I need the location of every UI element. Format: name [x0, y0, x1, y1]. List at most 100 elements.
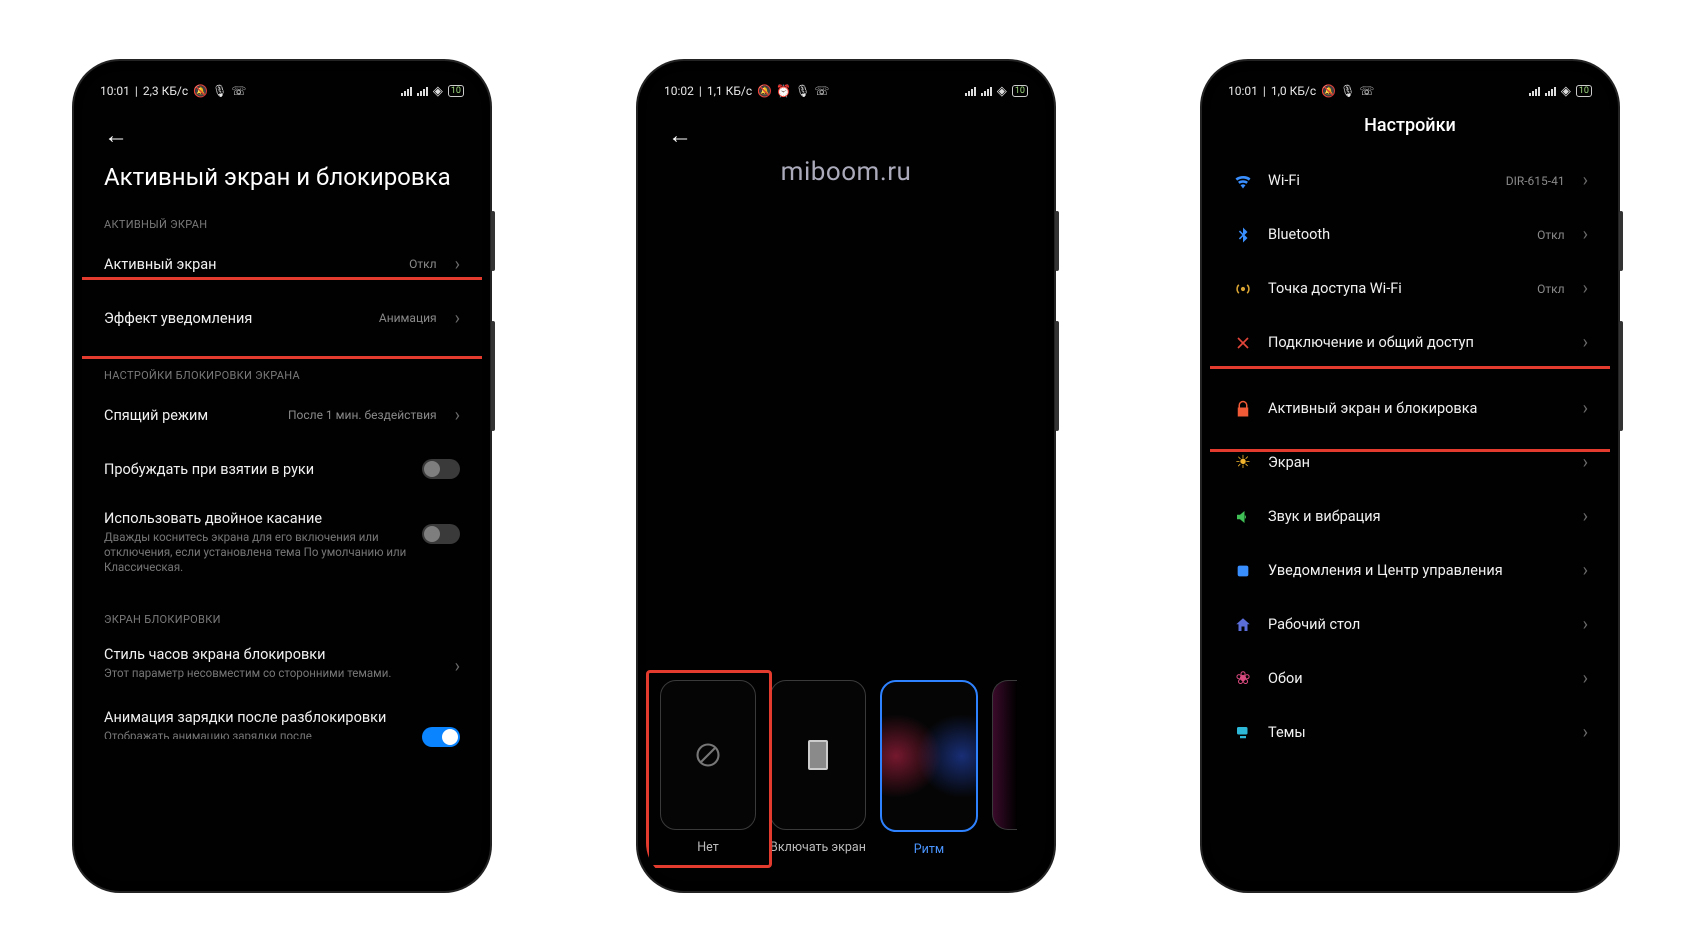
signal-icon: [965, 87, 976, 96]
row-label: Звук и вибрация: [1268, 508, 1565, 525]
row-label: Рабочий стол: [1268, 616, 1565, 633]
signal-icon: [401, 87, 412, 96]
effect-none[interactable]: Нет: [660, 680, 756, 855]
chevron-right-icon: ›: [455, 308, 460, 329]
effect-label: Включать экран: [770, 840, 866, 855]
hotspot-icon: [1232, 278, 1254, 300]
signal-icon-2: [417, 87, 428, 96]
row-label: Спящий режим: [104, 407, 274, 424]
phone-2: 10:02 | 1,1 КБ/с 🔕 ⏰ 🎙 ☏ ◈ 10 ← miboom.r…: [638, 61, 1054, 891]
toggle-raise[interactable]: [422, 459, 460, 479]
row-double-tap[interactable]: Использовать двойное касание Дважды косн…: [82, 496, 482, 589]
effect-label: Нет: [697, 840, 719, 855]
wifi-icon: ◈: [997, 84, 1007, 99]
row-label: Анимация зарядки после разблокировки: [104, 709, 408, 726]
settings-item-hotspot[interactable]: Точка доступа Wi-Fi Откл ›: [1210, 262, 1610, 316]
chevron-right-icon: ›: [1583, 452, 1588, 473]
row-label: Пробуждать при взятии в руки: [104, 461, 408, 478]
status-rate: 1,0 КБ/с: [1271, 84, 1316, 98]
effect-partial[interactable]: [992, 680, 1017, 830]
row-label: Активный экран и блокировка: [1268, 400, 1565, 417]
row-clock-style[interactable]: Стиль часов экрана блокировки Этот парам…: [82, 632, 482, 695]
home-icon: [1232, 614, 1254, 636]
chevron-right-icon: ›: [1583, 170, 1588, 191]
chevron-right-icon: ›: [1583, 332, 1588, 353]
row-sleep[interactable]: Спящий режим После 1 мин. бездействия ›: [82, 388, 482, 442]
effect-wake-screen[interactable]: Включать экран: [770, 680, 866, 855]
page-title: Настройки: [1210, 105, 1610, 154]
dnd-icon: 🔕: [1321, 84, 1336, 98]
battery-icon: 10: [1012, 85, 1028, 97]
share-icon: [1232, 332, 1254, 354]
row-label: Точка доступа Wi-Fi: [1268, 280, 1523, 297]
screen-1: 10:01 | 2,3 КБ/с 🔕 🎙 ☏ ◈ 10 ← Активный э…: [82, 71, 482, 881]
sun-icon: ☀: [1232, 452, 1254, 474]
row-value: Откл: [1537, 228, 1564, 242]
settings-item-bluetooth[interactable]: Bluetooth Откл ›: [1210, 208, 1610, 262]
row-active-screen[interactable]: Активный экран Откл ›: [82, 237, 482, 291]
section-lockscreen: ЭКРАН БЛОКИРОВКИ: [82, 601, 482, 632]
settings-item-lockscreen[interactable]: Активный экран и блокировка ›: [1210, 382, 1610, 436]
row-label: Эффект уведомления: [104, 310, 365, 327]
chevron-right-icon: ›: [1583, 560, 1588, 581]
section-active-screen: АКТИВНЫЙ ЭКРАН: [82, 206, 482, 237]
signal-icon-2: [1545, 87, 1556, 96]
dnd-icon: 🔕: [757, 84, 772, 98]
settings-item-display[interactable]: ☀ Экран ›: [1210, 436, 1610, 490]
effect-thumb-wake: [770, 680, 866, 830]
effect-options: Нет Включать экран Ритм: [660, 680, 1046, 857]
settings-item-sound[interactable]: Звук и вибрация ›: [1210, 490, 1610, 544]
row-sublabel: Этот параметр несовместим со сторонними …: [104, 666, 437, 681]
row-value: Откл: [409, 257, 436, 271]
row-charge-animation[interactable]: Анимация зарядки после разблокировки Ото…: [82, 695, 482, 747]
back-button[interactable]: ←: [646, 105, 1046, 158]
viber-icon: ☏: [231, 84, 246, 98]
mic-icon: 🎙: [1340, 84, 1355, 98]
back-button[interactable]: ←: [82, 105, 482, 158]
toggle-charge-anim[interactable]: [422, 727, 460, 747]
lock-icon: [1232, 398, 1254, 420]
row-value: После 1 мин. бездействия: [288, 408, 437, 422]
settings-item-wifi[interactable]: Wi-Fi DIR-615-41 ›: [1210, 154, 1610, 208]
status-rate: 1,1 КБ/с: [707, 84, 752, 98]
settings-item-themes[interactable]: Темы ›: [1210, 706, 1610, 760]
row-label: Экран: [1268, 454, 1565, 471]
row-value: Откл: [1537, 282, 1564, 296]
row-label: Активный экран: [104, 256, 395, 273]
status-time: 10:01: [1228, 84, 1258, 98]
speaker-icon: [1232, 506, 1254, 528]
row-label: Стиль часов экрана блокировки: [104, 646, 437, 663]
chevron-right-icon: ›: [455, 656, 460, 677]
status-time: 10:01: [100, 84, 130, 98]
row-sublabel: Дважды коснитесь экрана для его включени…: [104, 530, 408, 575]
screen-2: 10:02 | 1,1 КБ/с 🔕 ⏰ 🎙 ☏ ◈ 10 ← miboom.r…: [646, 71, 1046, 881]
settings-item-sharing[interactable]: Подключение и общий доступ ›: [1210, 316, 1610, 370]
chevron-right-icon: ›: [455, 405, 460, 426]
effect-thumb-partial: [992, 680, 1017, 830]
row-raise-to-wake[interactable]: Пробуждать при взятии в руки: [82, 442, 482, 496]
signal-icon: [1529, 87, 1540, 96]
notification-icon: [1232, 560, 1254, 582]
settings-item-notifications[interactable]: Уведомления и Центр управления ›: [1210, 544, 1610, 598]
wifi-icon: ◈: [1561, 84, 1571, 99]
wifi-icon: ◈: [433, 84, 443, 99]
row-value: Анимация: [379, 311, 437, 325]
row-label: Обои: [1268, 670, 1565, 687]
settings-item-home[interactable]: Рабочий стол ›: [1210, 598, 1610, 652]
effect-rhythm[interactable]: Ритм: [880, 680, 978, 857]
toggle-double-tap[interactable]: [422, 524, 460, 544]
wallpaper-icon: ❀: [1232, 668, 1254, 690]
row-value: DIR-615-41: [1506, 174, 1565, 188]
chevron-right-icon: ›: [1583, 722, 1588, 743]
chevron-right-icon: ›: [1583, 506, 1588, 527]
battery-icon: 10: [1576, 85, 1592, 97]
wifi-icon: [1232, 170, 1254, 192]
screen-3: 10:01 | 1,0 КБ/с 🔕 🎙 ☏ ◈ 10 Настройки: [1210, 71, 1610, 881]
none-icon: [694, 741, 722, 769]
row-notification-effect[interactable]: Эффект уведомления Анимация ›: [82, 291, 482, 345]
row-label: Wi-Fi: [1268, 172, 1492, 189]
settings-item-wallpaper[interactable]: ❀ Обои ›: [1210, 652, 1610, 706]
status-bar: 10:02 | 1,1 КБ/с 🔕 ⏰ 🎙 ☏ ◈ 10: [646, 71, 1046, 105]
row-label: Уведомления и Центр управления: [1268, 562, 1565, 579]
chevron-right-icon: ›: [1583, 224, 1588, 245]
